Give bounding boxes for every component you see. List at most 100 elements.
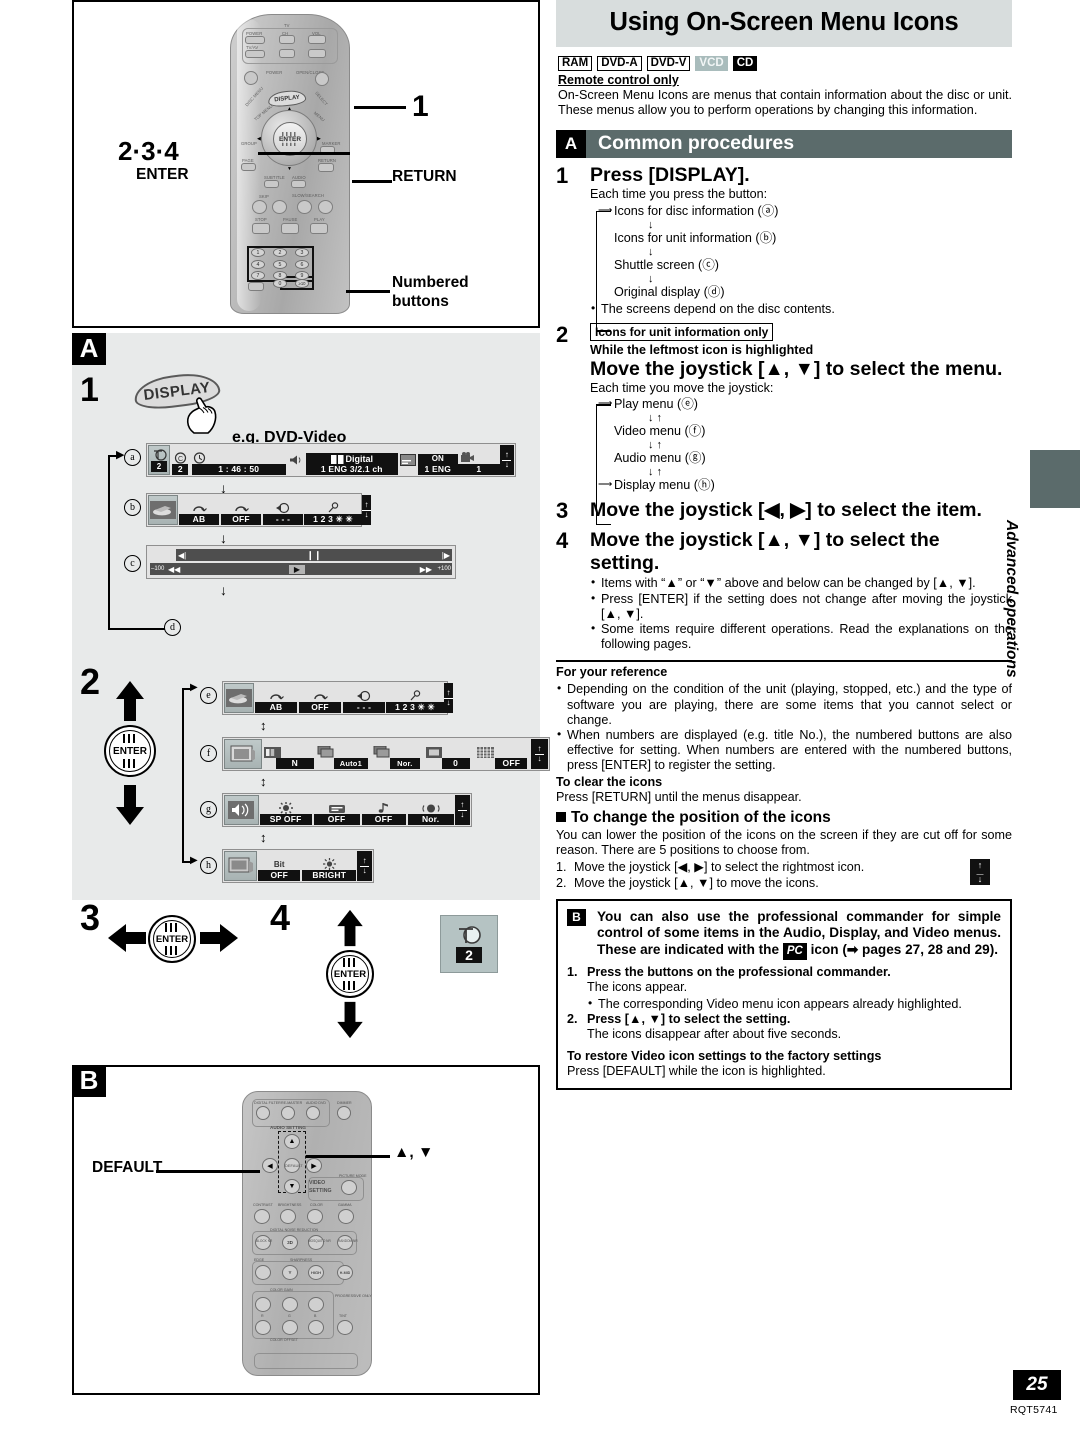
remote-button-num-2[interactable]: 2 (273, 248, 287, 257)
osd-cell-subtitle-icon[interactable] (398, 445, 418, 475)
osd-icon-title[interactable]: 2 (148, 445, 171, 475)
osd-cell-h-brightness[interactable]: BRIGHT (301, 851, 357, 881)
osd-position-icon-f[interactable]: ↑ ↓ (531, 739, 549, 769)
commander-button-offset-b[interactable] (308, 1320, 324, 1335)
remote-button-num-3[interactable]: 3 (295, 248, 309, 257)
commander-button-offset-r[interactable] (255, 1320, 271, 1335)
osd-cell-e-ab[interactable]: AB (254, 683, 298, 713)
osd-cell-e-pin[interactable]: 1 2 3 ✳ ✳ (386, 683, 444, 713)
commander-button-offset-g[interactable] (282, 1320, 298, 1335)
osd-icon-play-menu-e[interactable] (224, 683, 254, 713)
shuttle-ff-icon[interactable]: ▶▶ (420, 565, 432, 574)
commander-button-dimmer[interactable] (337, 1106, 351, 1120)
commander-button-gain-r[interactable] (255, 1297, 271, 1312)
osd-cell-chapter[interactable]: C 2 (170, 445, 191, 475)
remote-button-audio[interactable] (291, 180, 306, 188)
commander-button-re-master[interactable] (281, 1106, 295, 1120)
shuttle-right-icon[interactable]: |▶ (442, 551, 450, 560)
osd-cell-marker[interactable]: - - - (262, 495, 304, 525)
remote-button-num-5[interactable]: 5 (273, 260, 287, 269)
osd-cell-f-adjust[interactable]: 0 (424, 739, 476, 769)
remote-button-tv-power[interactable] (245, 36, 265, 44)
remote-button-ch-up[interactable] (279, 35, 295, 44)
remote-button-play[interactable] (310, 223, 328, 234)
commander-button-left[interactable]: ◀ (262, 1158, 278, 1173)
remote-button-num-4[interactable]: 4 (251, 260, 265, 269)
osd-cell-speaker[interactable] (287, 445, 306, 475)
commander-button-down[interactable]: ▼ (284, 1179, 300, 1194)
commander-button-contrast[interactable] (254, 1209, 270, 1224)
osd-icon-video-menu[interactable] (224, 739, 262, 769)
osd-cell-f-progressive[interactable]: Auto1 (314, 739, 370, 769)
osd-cell-ab-repeat[interactable]: AB (178, 495, 220, 525)
commander-button-right[interactable]: ▶ (306, 1158, 322, 1173)
remote-button-cancel[interactable] (248, 282, 264, 291)
remote-button-return[interactable] (318, 163, 334, 172)
remote-button-num-6[interactable]: 6 (295, 260, 309, 269)
remote-button-vol-down[interactable] (308, 49, 326, 58)
commander-button-sharp-high[interactable]: HIGH (308, 1265, 324, 1280)
commander-button-brightness[interactable] (280, 1209, 296, 1224)
osd-position-icon-b[interactable]: ↑ ↓ (362, 495, 371, 525)
remote-button-tv-av[interactable] (245, 50, 265, 58)
osd-cell-g-field[interactable]: Nor. (407, 795, 455, 825)
commander-button-gain-g[interactable] (282, 1297, 298, 1312)
remote-button-pause[interactable] (281, 223, 299, 234)
osd-cell-g-music[interactable]: OFF (361, 795, 407, 825)
osd-icon-play-menu[interactable] (148, 495, 178, 525)
osd-cell-e-repeat[interactable]: OFF (298, 683, 342, 713)
remote-button-ch-down[interactable] (279, 49, 295, 58)
remote-button-enter[interactable]: ENTER (273, 122, 307, 156)
osd-cell-g-surround[interactable]: SP OFF (259, 795, 313, 825)
remote-button-num-1[interactable]: 1 (251, 248, 265, 257)
commander-button-gamma[interactable] (338, 1209, 354, 1224)
shuttle-pause-icon[interactable]: ❙❙ (306, 550, 321, 561)
commander-button-tint[interactable] (337, 1320, 353, 1335)
osd-position-icon-e[interactable]: ↑ ↓ (444, 683, 453, 713)
osd-cell-g-dialogue[interactable]: OFF (313, 795, 361, 825)
remote-button-power[interactable] (244, 71, 258, 85)
remote-button-slow-back[interactable] (297, 200, 312, 214)
osd-cell-subtitle[interactable]: ON 1 ENG (417, 445, 458, 475)
remote-button-num-0[interactable]: 0 (273, 279, 287, 288)
commander-button-color[interactable] (307, 1209, 323, 1224)
osd-position-icon[interactable]: ↑ ↓ (499, 445, 514, 475)
commander-button-3d[interactable]: 3D (282, 1235, 298, 1250)
remote-button-search-forward[interactable] (318, 200, 333, 214)
shuttle-play-icon[interactable]: ▶ (288, 564, 306, 574)
osd-cell-f-transfer[interactable]: Nor. (370, 739, 424, 769)
remote-button-skip-forward[interactable] (272, 200, 287, 214)
remote-button-open-close[interactable] (315, 72, 329, 86)
osd-cell-audio-track[interactable]: Digital 1 ENG 3/2.1 ch (305, 445, 398, 475)
osd-position-icon-g[interactable]: ↑ ↓ (454, 795, 470, 825)
figure-title-icon-chip[interactable]: 2 (440, 915, 498, 973)
remote-button-page[interactable] (241, 163, 256, 171)
commander-button-edge[interactable] (255, 1265, 271, 1280)
osd-cell-time[interactable]: 1 : 46 : 50 (191, 445, 287, 475)
shuttle-left-icon[interactable]: ◀| (178, 551, 186, 560)
commander-button-gain-b[interactable] (308, 1297, 324, 1312)
shuttle-rewind-icon[interactable]: ◀◀ (168, 565, 180, 574)
figure-enter-wheel-step3[interactable]: ENTER (148, 915, 196, 963)
commander-button-up[interactable]: ▲ (284, 1134, 300, 1149)
commander-button-audio-dvd[interactable] (306, 1106, 320, 1120)
osd-cell-e-marker[interactable]: - - - (342, 683, 386, 713)
osd-icon-display-menu[interactable] (224, 851, 258, 881)
commander-button-digital-filter[interactable] (256, 1106, 270, 1120)
osd-cell-f-picture[interactable]: N (262, 739, 314, 769)
commander-button-picture-mode[interactable] (341, 1180, 357, 1195)
osd-icon-audio-menu[interactable] (224, 795, 259, 825)
remote-button-num-7[interactable]: 7 (251, 271, 265, 280)
commander-button-sharp-y[interactable]: Y (282, 1265, 298, 1280)
figure-enter-wheel-step4[interactable]: ENTER (326, 950, 374, 998)
remote-button-num-over10[interactable]: ≥10 (295, 279, 309, 288)
remote-button-skip-back[interactable] (252, 200, 267, 214)
osd-cell-f-grid[interactable]: OFF (475, 739, 531, 769)
remote-button-stop[interactable] (252, 223, 270, 234)
osd-cell-repeat[interactable]: OFF (220, 495, 262, 525)
commander-button-sharp-hmid[interactable]: H-MID (337, 1265, 353, 1280)
osd-cell-pin[interactable]: 1 2 3 ✳ ✳ (304, 495, 362, 525)
remote-button-vol-up[interactable] (308, 35, 326, 44)
osd-cell-angle[interactable]: 1 (457, 445, 500, 475)
figure-enter-wheel-step2[interactable]: ENTER (104, 725, 156, 777)
